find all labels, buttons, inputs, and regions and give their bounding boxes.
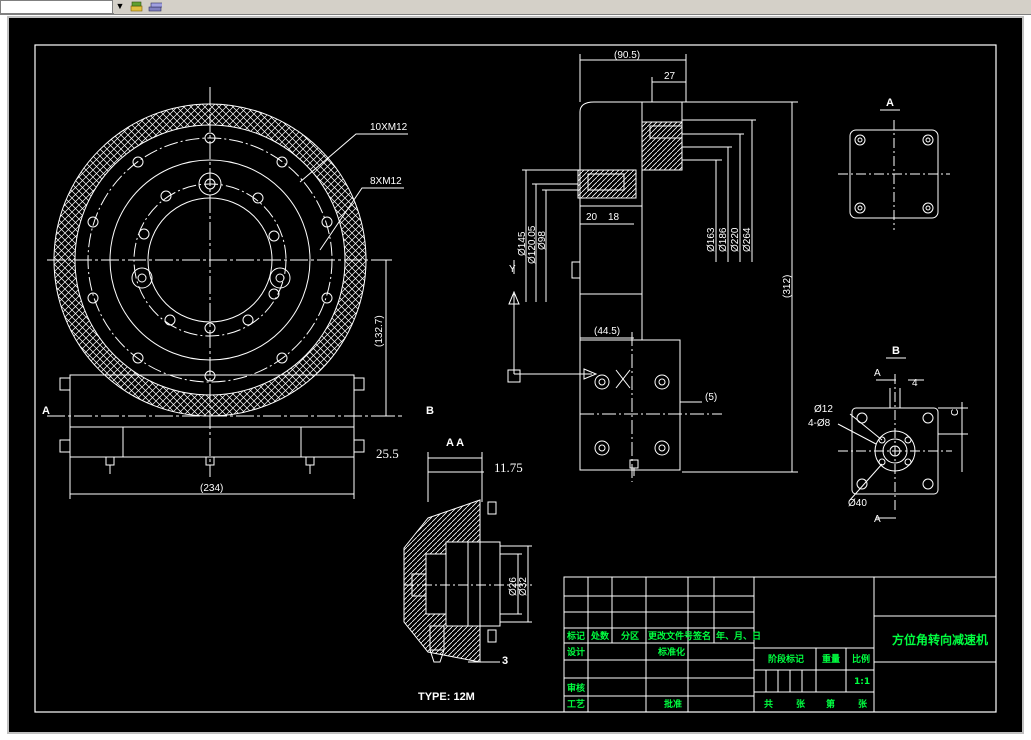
front-view [47, 87, 408, 499]
bolt-callout-inner: 8XM12 [370, 176, 402, 187]
tb-label-sign: 签名 [692, 630, 711, 642]
tb-stage-mark: 阶段标记 [768, 653, 804, 665]
section-dim-11-75: 11.75 [494, 460, 523, 475]
dim-27: 27 [664, 71, 676, 82]
label-b: B [426, 405, 434, 417]
dim-d98: Ø98 [537, 231, 548, 250]
ucs-y: Y [509, 264, 516, 275]
section-dim-d32: Ø32 [518, 577, 529, 596]
tb-sheet-unit: 张 [858, 698, 868, 710]
bolt-callout-outer: 10XM12 [370, 122, 408, 133]
dim-44: (44.5) [594, 326, 620, 337]
tb-label-zone: 分区 [621, 630, 639, 642]
dim-312: (312) [782, 275, 793, 298]
section-aa [403, 452, 532, 663]
tb-scale: 比例 [852, 653, 870, 665]
tb-sheet-no: 第 [826, 698, 835, 710]
tb-standardize: 标准化 [657, 646, 685, 658]
tb-scale-value: 1:1 [854, 677, 870, 687]
view-b-dim-d40: Ø40 [848, 498, 867, 509]
tb-weight: 重量 [822, 653, 840, 665]
tb-approve: 批准 [664, 698, 682, 710]
side-view [507, 54, 798, 482]
tb-check: 审核 [567, 682, 585, 694]
tb-sheets-total: 共 [764, 698, 773, 710]
section-dim-25-5: 25.5 [376, 446, 399, 461]
tb-sheets-unit: 张 [796, 698, 806, 710]
view-b-dim-c: C [950, 409, 961, 416]
view-b [837, 357, 968, 519]
dim-width: (234) [200, 483, 223, 494]
chevron-down-icon[interactable]: ▼ [112, 0, 127, 13]
drawing-title: 方位角转向减速机 [892, 632, 988, 647]
view-b-label-a-bottom: A [874, 514, 881, 525]
section-aa-label: A A [446, 437, 464, 449]
dim-d220: Ø220 [730, 227, 741, 252]
view-a [838, 109, 950, 230]
dim-d186: Ø186 [718, 227, 729, 252]
tb-process: 工艺 [567, 698, 585, 710]
tb-label-date: 年、月、日 [716, 630, 761, 642]
view-b-label: B [892, 345, 900, 357]
dim-height: (132.7) [374, 315, 385, 347]
dim-d163: Ø163 [706, 227, 717, 252]
cad-canvas[interactable]: 10XM12 8XM12 (132.7) (234) A B (90.5) 27… [7, 16, 1024, 734]
drawing-svg: 10XM12 8XM12 (132.7) (234) A B (90.5) 27… [34, 44, 997, 713]
view-b-label-a-top: A [874, 368, 881, 379]
layers-icon[interactable] [130, 1, 144, 12]
toolbar: ▼ [0, 0, 1031, 15]
tb-label-mark: 标记 [566, 630, 585, 642]
section-dim-3: 3 [502, 655, 508, 667]
dim-total: (90.5) [614, 50, 640, 61]
dim-18: 18 [608, 212, 620, 223]
dim-5: (5) [705, 392, 717, 403]
dim-20: 20 [586, 212, 598, 223]
layer-state-icon[interactable] [148, 1, 162, 12]
view-b-dim-d12: Ø12 [814, 404, 833, 415]
tb-label-count: 处数 [590, 630, 610, 642]
view-b-dim-4: 4 [912, 378, 918, 389]
view-b-dim-holes: 4-Ø8 [808, 418, 831, 429]
tb-label-change-doc: 更改文件号 [648, 630, 693, 642]
layer-combobox[interactable] [0, 0, 114, 14]
tb-design: 设计 [567, 646, 585, 658]
view-a-label: A [886, 97, 894, 109]
type-note: TYPE: 12M [418, 691, 475, 703]
dim-d264: Ø264 [742, 227, 753, 252]
label-a: A [42, 405, 50, 417]
